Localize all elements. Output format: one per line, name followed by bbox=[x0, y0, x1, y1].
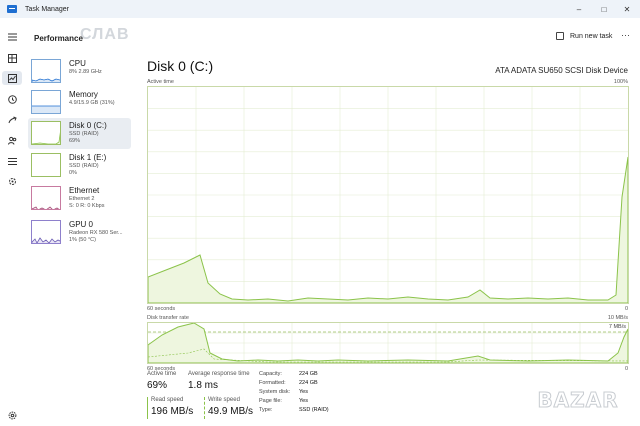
time-axis-left: 60 seconds bbox=[147, 306, 176, 312]
time-axis-right: 0 bbox=[624, 306, 628, 312]
transfer-rate-chart bbox=[147, 322, 629, 364]
read-speed-indicator bbox=[147, 397, 148, 419]
device-usage: 69% bbox=[69, 138, 81, 144]
write-speed-value: 49.9 MB/s bbox=[208, 406, 254, 417]
minimize-button[interactable]: – bbox=[566, 0, 592, 18]
device-subtitle: Radeon RX 580 Ser... bbox=[69, 230, 123, 236]
read-speed-label: Read speed bbox=[151, 397, 184, 403]
gpu-thumbnail bbox=[31, 220, 61, 244]
memory-thumbnail bbox=[31, 90, 61, 114]
title-bar: Task Manager – □ ✕ bbox=[0, 0, 640, 18]
device-subtitle: Ethernet 2 bbox=[69, 196, 95, 202]
app-history-icon[interactable] bbox=[7, 94, 17, 104]
performance-icon[interactable] bbox=[7, 73, 17, 83]
device-usage: 1% (50 °C) bbox=[69, 237, 96, 243]
more-options-button[interactable]: ··· bbox=[621, 30, 630, 40]
run-new-task-button[interactable]: Run new task bbox=[556, 32, 612, 40]
window-title: Task Manager bbox=[25, 5, 69, 13]
disk1-thumbnail bbox=[31, 153, 61, 177]
run-task-icon bbox=[556, 32, 564, 40]
device-subtitle: SSD (RAID) bbox=[69, 131, 99, 137]
watermark-logo-text: BAZAR bbox=[537, 388, 619, 413]
device-item-disk1[interactable]: Disk 1 (E:) SSD (RAID) 0% bbox=[28, 150, 131, 181]
device-name: Memory bbox=[69, 90, 98, 99]
users-icon[interactable] bbox=[7, 135, 17, 145]
device-name: Ethernet bbox=[69, 186, 100, 195]
nav-rail bbox=[0, 26, 24, 426]
watermark-text: СЛАВ bbox=[80, 26, 130, 43]
run-new-task-label: Run new task bbox=[570, 32, 613, 40]
services-icon[interactable] bbox=[7, 176, 17, 186]
property-key: Formatted: bbox=[259, 380, 286, 386]
device-name: Disk 1 (E:) bbox=[69, 153, 107, 162]
ethernet-thumbnail bbox=[31, 186, 61, 210]
transfer-rate-label: Disk transfer rate bbox=[147, 315, 189, 321]
device-usage: 0% bbox=[69, 170, 77, 176]
processes-icon[interactable] bbox=[7, 53, 17, 63]
device-subtitle: 4.9/15.9 GB (31%) bbox=[69, 100, 115, 106]
write-speed-indicator bbox=[204, 397, 205, 419]
property-value: Yes bbox=[299, 389, 308, 395]
property-key: System disk: bbox=[259, 389, 291, 395]
active-time-max: 100% bbox=[613, 79, 628, 85]
watermark-logo: BAZAR bbox=[528, 382, 628, 418]
settings-icon[interactable] bbox=[7, 410, 17, 420]
transfer-rate-max: 10 MB/s bbox=[607, 315, 628, 321]
property-key: Type: bbox=[259, 407, 273, 413]
close-button[interactable]: ✕ bbox=[614, 0, 640, 18]
cpu-thumbnail bbox=[31, 59, 61, 83]
property-value: Yes bbox=[299, 398, 308, 404]
active-time-chart bbox=[147, 86, 629, 304]
property-value: 224 GB bbox=[299, 380, 318, 386]
active-time-stat-value: 69% bbox=[147, 380, 168, 391]
property-value: SSD (RAID) bbox=[299, 407, 329, 413]
device-item-memory[interactable]: Memory 4.9/15.9 GB (31%) bbox=[28, 87, 131, 118]
device-subtitle: SSD (RAID) bbox=[69, 163, 99, 169]
device-subtitle: 8% 2.89 GHz bbox=[69, 69, 102, 75]
time-axis-right-2: 0 bbox=[624, 366, 628, 372]
disk0-thumbnail bbox=[31, 121, 61, 145]
device-item-cpu[interactable]: CPU 8% 2.89 GHz bbox=[28, 56, 131, 87]
device-name: CPU bbox=[69, 59, 86, 68]
avg-response-value: 1.8 ms bbox=[188, 380, 219, 391]
device-item-ethernet[interactable]: Ethernet Ethernet 2 S: 0 R: 0 Kbps bbox=[28, 183, 131, 214]
menu-icon[interactable] bbox=[7, 32, 17, 42]
property-key: Capacity: bbox=[259, 371, 282, 377]
details-icon[interactable] bbox=[7, 156, 17, 166]
write-speed-label: Write speed bbox=[208, 397, 240, 403]
transfer-rate-mark: 7 MB/s bbox=[608, 324, 626, 330]
device-item-gpu[interactable]: GPU 0 Radeon RX 580 Ser... 1% (50 °C) bbox=[28, 217, 131, 248]
disk-title: Disk 0 (C:) bbox=[147, 58, 214, 74]
avg-response-label: Average response time bbox=[188, 371, 250, 377]
device-item-disk0[interactable]: Disk 0 (C:) SSD (RAID) 69% bbox=[28, 118, 131, 149]
active-time-stat-label: Active time bbox=[147, 371, 177, 377]
property-key: Page file: bbox=[259, 398, 282, 404]
active-time-label: Active time bbox=[147, 79, 174, 85]
device-name: Disk 0 (C:) bbox=[69, 121, 107, 130]
device-usage: S: 0 R: 0 Kbps bbox=[69, 203, 105, 209]
page-header: СЛАВ Performance Run new task ··· bbox=[0, 26, 640, 50]
task-manager-icon bbox=[7, 5, 17, 13]
property-value: 224 GB bbox=[299, 371, 318, 377]
page-title: Performance bbox=[34, 34, 83, 43]
startup-icon[interactable] bbox=[7, 115, 17, 125]
device-name: GPU 0 bbox=[69, 220, 94, 229]
disk-model: ATA ADATA SU650 SCSI Disk Device bbox=[495, 66, 628, 75]
read-speed-value: 196 MB/s bbox=[151, 406, 194, 417]
